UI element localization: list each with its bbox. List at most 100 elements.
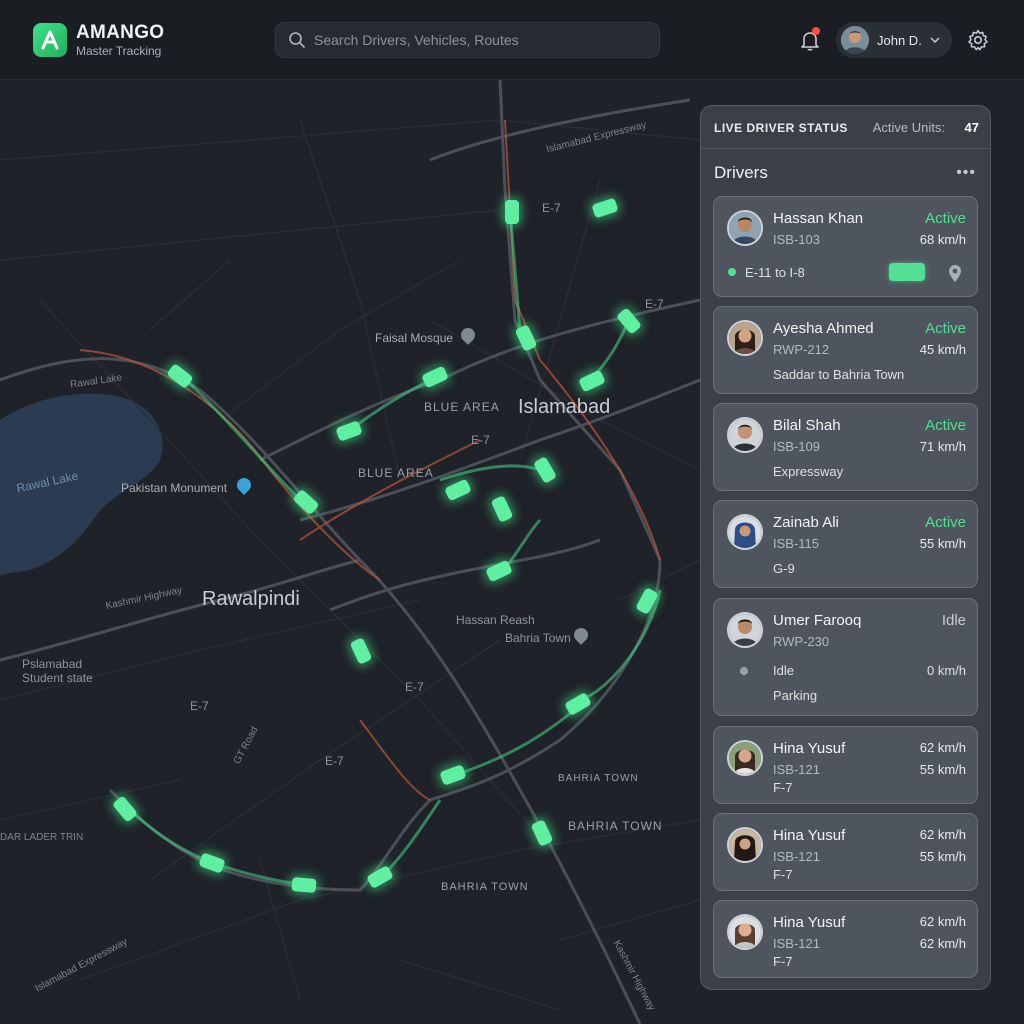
user-menu[interactable]: John D. [836,22,952,58]
top-bar: AMANGO Master Tracking John D. [0,0,1024,80]
driver-speed: 55 km/h [919,762,966,777]
driver-route: Parking [773,688,818,703]
vehicle-marker[interactable] [291,876,317,894]
driver-card[interactable]: Hina Yusuf ISB-121 62 km/h 55 km/h F-7 [713,813,978,891]
label-bahria-town: BAHRIA TOWN [568,819,663,833]
label-rawalpindi: Rawalpindi [202,588,300,610]
driver-name: Bilal Shah [773,417,841,434]
driver-route: F-7 [773,954,793,969]
driver-plate: ISB-103 [773,232,820,247]
avatar [727,914,763,950]
driver-plate: RWP-230 [773,634,830,649]
vehicle-marker[interactable] [505,200,519,224]
chevron-down-icon [930,37,940,44]
label-bahria-town: BAHRIA TOWN [558,773,639,784]
driver-name: Hassan Khan [773,210,864,227]
driver-speed: 62 km/h [919,914,966,929]
driver-name: Hina Yusuf [773,914,846,931]
avatar [727,514,763,550]
panel-title: LIVE DRIVER STATUS [714,121,848,135]
status-dot [728,268,736,276]
avatar [727,417,763,453]
driver-plate: ISB-121 [773,936,820,951]
driver-speed: 45 km/h [919,342,966,357]
drivers-heading: Drivers [714,163,768,182]
driver-route: F-7 [773,867,793,882]
map-pin-icon[interactable] [947,263,963,283]
status-badge: Active [925,320,966,337]
label-e7: E-7 [325,754,344,768]
search-icon [289,32,305,48]
label-bahria-town: BAHRIA TOWN [441,881,529,893]
driver-route: E-11 to I-8 [745,265,805,280]
driver-name: Umer Farooq [773,612,862,629]
driver-plate: ISB-121 [773,762,820,777]
label-e7: E-7 [645,297,664,311]
app-root: AMANGO Master Tracking John D. [0,0,1024,1024]
label-pakistan-monument: Pakistan Monument [121,481,228,495]
van-icon [889,263,925,281]
avatar [727,827,763,863]
driver-speed: 68 km/h [919,232,966,247]
driver-plate: RWP-212 [773,342,830,357]
avatar [727,210,763,246]
driver-route: Saddar to Bahria Town [773,367,905,382]
driver-speed: 62 km/h [919,740,966,755]
label-hassan-reash: Hassan Reash [456,613,535,627]
label-blue-area: BLUE AREA [424,400,500,414]
more-dots-icon[interactable]: ••• [956,164,976,182]
label-e7: E-7 [190,699,209,713]
brand-subtitle: Master Tracking [76,44,162,58]
driver-card[interactable]: Bilal Shah ISB-109 Active 71 km/h Expres… [713,403,978,491]
avatar [727,320,763,356]
driver-card[interactable]: Ayesha Ahmed RWP-212 Active 45 km/h Sadd… [713,306,978,394]
driver-plate: ISB-109 [773,439,820,454]
driver-card[interactable]: Hina Yusuf ISB-121 62 km/h 55 km/h F-7 [713,726,978,804]
driver-speed: 62 km/h [919,827,966,842]
label-student-state: Pslamabad Student state [22,657,93,685]
driver-card[interactable]: Zainab Ali ISB-115 Active 55 km/h G-9 [713,500,978,588]
label-e7: E-7 [471,433,490,447]
label-bahria-town-poi: Bahria Town [505,631,571,645]
active-units-count: 47 [964,120,979,135]
gear-icon[interactable] [966,28,990,52]
logo-a-icon[interactable] [33,23,67,57]
status-badge: Active [925,417,966,434]
search-input[interactable] [314,32,644,48]
driver-route: Expressway [773,464,844,479]
avatar [727,740,763,776]
driver-route: F-7 [773,780,793,795]
avatar [727,612,763,648]
driver-name: Ayesha Ahmed [773,320,874,337]
notification-dot [812,27,820,35]
driver-speed: 55 km/h [919,536,966,551]
driver-card[interactable]: Hassan Khan ISB-103 Active 68 km/h E-11 … [713,196,978,297]
driver-plate: ISB-115 [773,536,820,551]
driver-route: G-9 [773,561,795,576]
driver-speed: 62 km/h [919,936,966,951]
active-units-label: Active Units: [872,120,945,135]
driver-card[interactable]: Hina Yusuf ISB-121 62 km/h 62 km/h F-7 [713,900,978,978]
status-badge: Active [925,210,966,227]
label-e7: E-7 [542,201,561,215]
label-islamabad: Islamabad [518,396,611,418]
driver-plate: ISB-121 [773,849,820,864]
label-blue-area: BLUE AREA [358,466,434,480]
label-faisal-mosque: Faisal Mosque [375,331,454,345]
driver-name: Zainab Ali [773,514,839,531]
search-bar[interactable] [275,22,660,58]
user-name: John D. [877,32,922,48]
status-badge: Active [925,514,966,531]
driver-name: Hina Yusuf [773,740,846,757]
driver-speed: 55 km/h [919,849,966,864]
label-lader-trin: DAR LADER TRIN [0,832,84,843]
avatar [841,26,869,54]
driver-speed: 71 km/h [919,439,966,454]
driver-status-panel: LIVE DRIVER STATUS Active Units: 47 Driv… [700,105,991,990]
status-dot [740,667,748,675]
driver-speed: 0 km/h [926,663,966,678]
driver-name: Hina Yusuf [773,827,846,844]
driver-card[interactable]: Umer Farooq RWP-230 Idle Idle 0 km/h Par… [713,598,978,716]
label-e7: E-7 [405,680,424,694]
panel-header: LIVE DRIVER STATUS Active Units: 47 [701,106,990,149]
